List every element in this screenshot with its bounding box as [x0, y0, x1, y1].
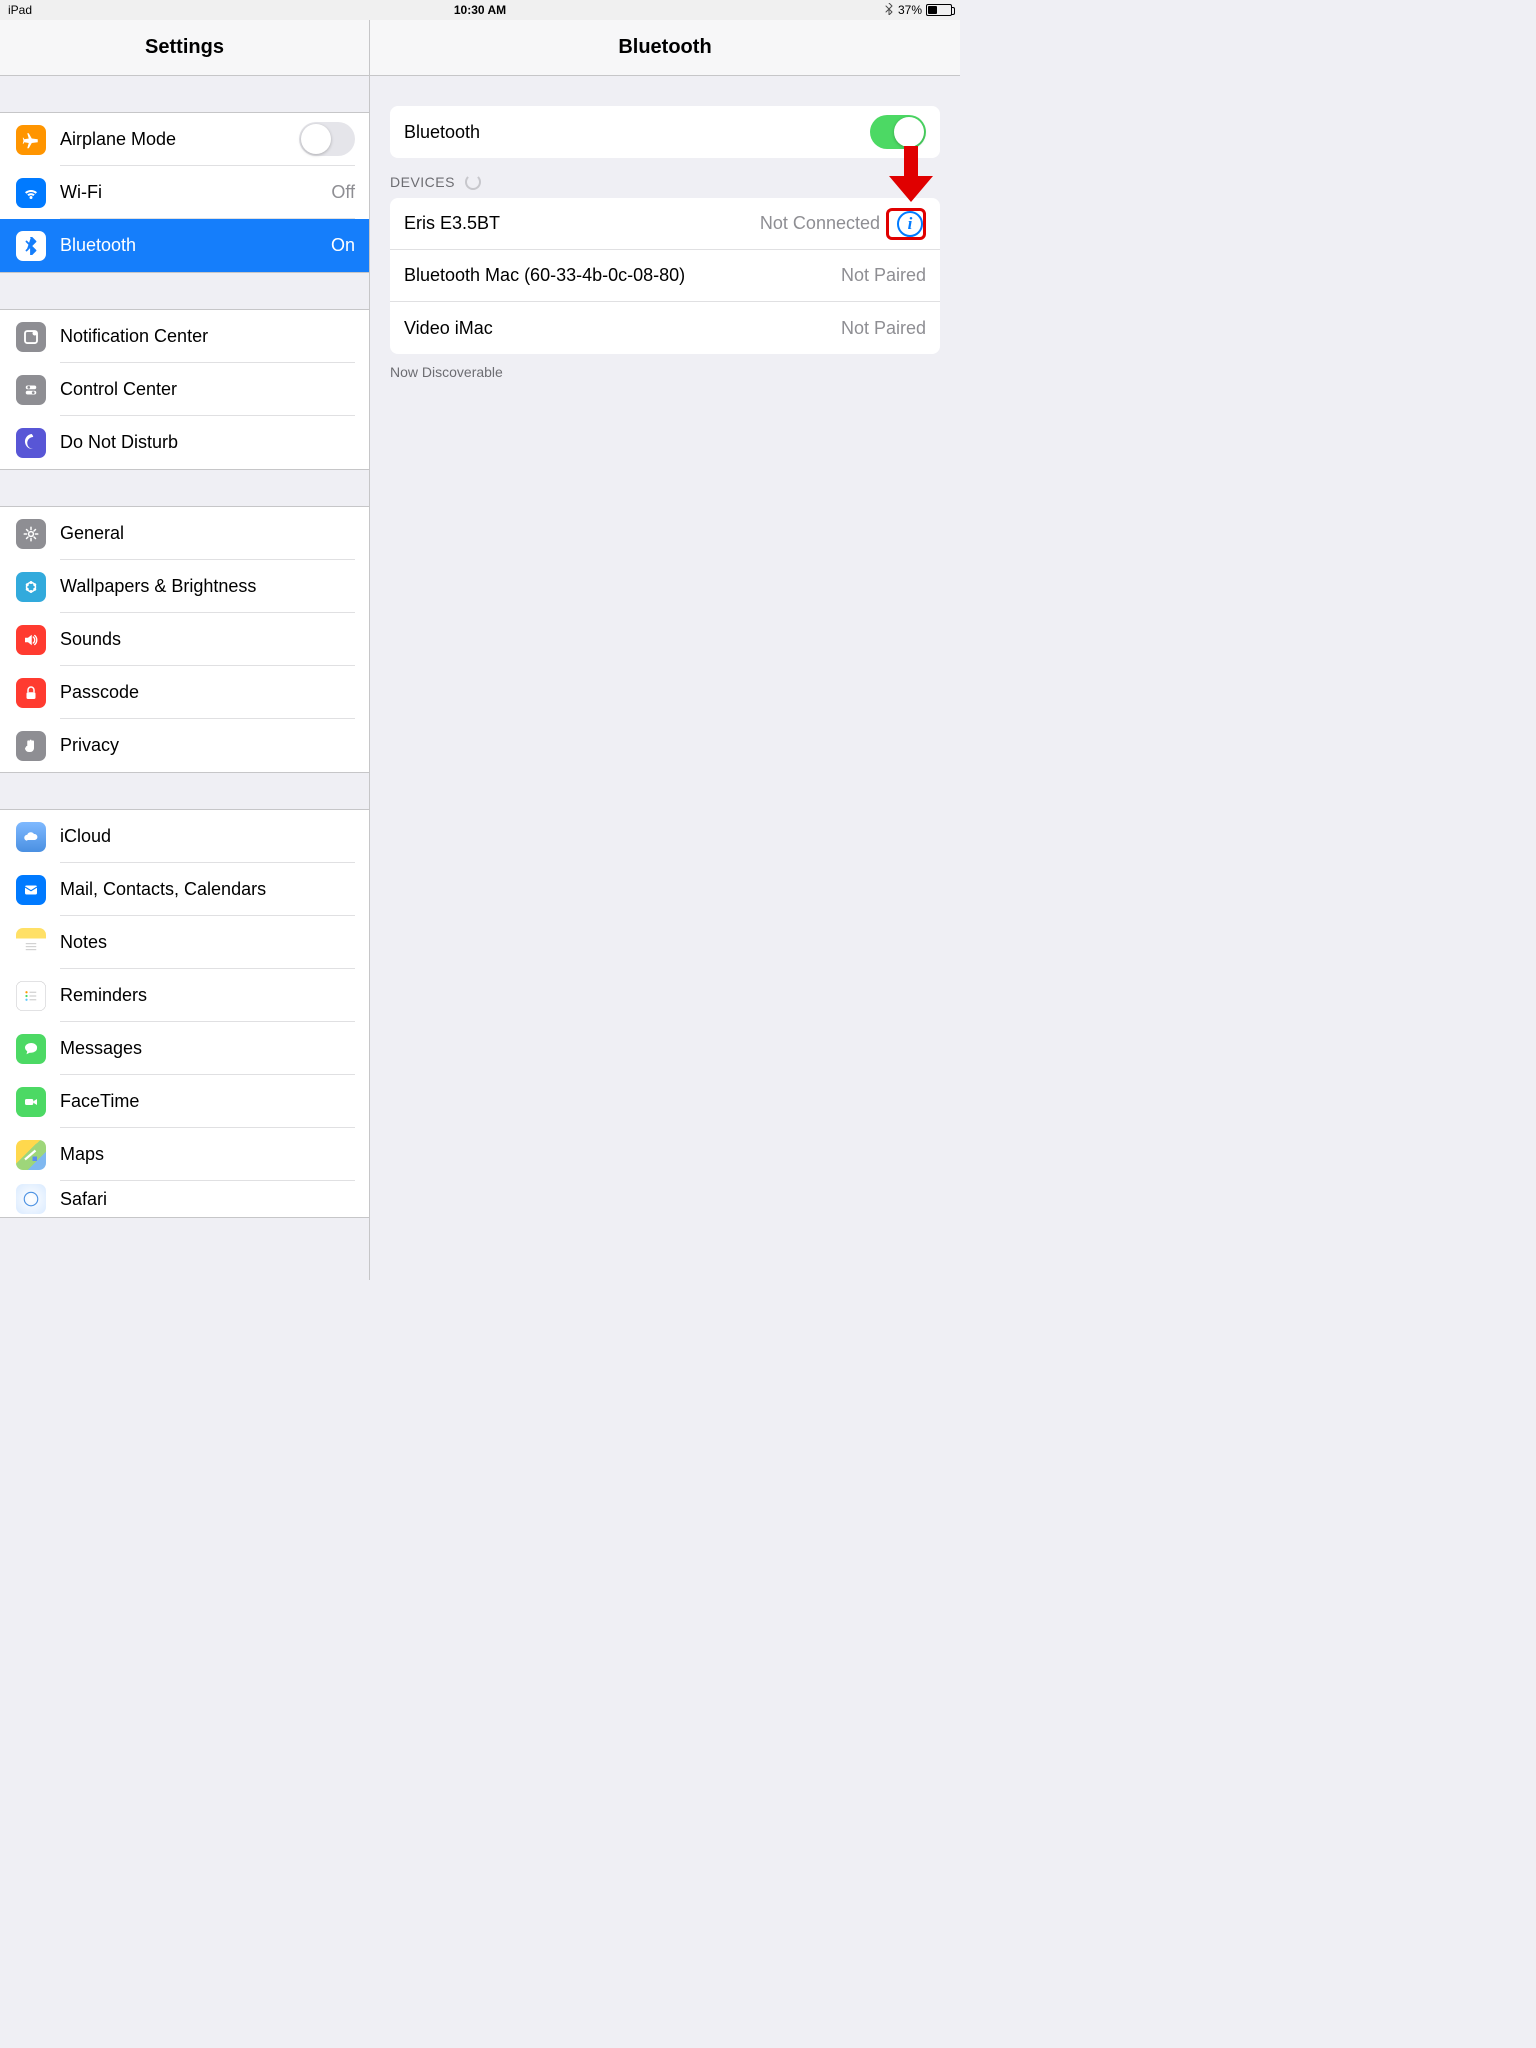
row-label: FaceTime [60, 1091, 355, 1112]
sidebar-item-bluetooth[interactable]: Bluetooth On [0, 219, 369, 272]
device-name: Bluetooth Mac (60-33-4b-0c-08-80) [404, 265, 841, 286]
gear-icon [16, 519, 46, 549]
bluetooth-toggle[interactable] [870, 115, 926, 149]
row-label: Messages [60, 1038, 355, 1059]
sidebar-item-wallpapers[interactable]: Wallpapers & Brightness [0, 560, 369, 613]
device-name: Video iMac [404, 318, 841, 339]
sidebar-item-control-center[interactable]: Control Center [0, 363, 369, 416]
sidebar-item-do-not-disturb[interactable]: Do Not Disturb [0, 416, 369, 469]
lock-icon [16, 678, 46, 708]
discoverable-note: Now Discoverable [370, 354, 960, 390]
info-icon[interactable]: i [897, 211, 923, 237]
airplane-toggle[interactable] [299, 122, 355, 156]
cloud-icon [16, 822, 46, 852]
bluetooth-status-icon [884, 3, 894, 18]
row-label: Sounds [60, 629, 355, 650]
mail-icon [16, 875, 46, 905]
hand-icon [16, 731, 46, 761]
row-label: Safari [60, 1189, 355, 1210]
settings-sidebar: Settings Airplane Mode Wi-Fi [0, 20, 370, 1280]
status-device: iPad [8, 3, 323, 17]
device-row-imac[interactable]: Video iMac Not Paired [390, 302, 940, 354]
row-label: Mail, Contacts, Calendars [60, 879, 355, 900]
device-name: Eris E3.5BT [404, 213, 760, 234]
battery-percent: 37% [898, 3, 922, 17]
device-status: Not Paired [841, 318, 926, 339]
device-row-btmac[interactable]: Bluetooth Mac (60-33-4b-0c-08-80) Not Pa… [390, 250, 940, 302]
device-status: Not Paired [841, 265, 926, 286]
callout-highlight: i [886, 208, 926, 240]
bluetooth-toggle-group: Bluetooth [390, 106, 940, 158]
row-label: Airplane Mode [60, 129, 299, 150]
moon-icon [16, 428, 46, 458]
sidebar-item-notes[interactable]: Notes [0, 916, 369, 969]
messages-icon [16, 1034, 46, 1064]
sidebar-title: Settings [145, 36, 224, 59]
notification-icon [16, 322, 46, 352]
maps-icon [16, 1140, 46, 1170]
sidebar-item-passcode[interactable]: Passcode [0, 666, 369, 719]
sidebar-header: Settings [0, 20, 369, 76]
row-label: Notes [60, 932, 355, 953]
sidebar-item-airplane-mode[interactable]: Airplane Mode [0, 113, 369, 166]
control-center-icon [16, 375, 46, 405]
row-label: iCloud [60, 826, 355, 847]
row-label: Wi-Fi [60, 182, 323, 203]
status-bar: iPad 10:30 AM 37% [0, 0, 960, 20]
spinner-icon [465, 174, 481, 190]
notes-icon [16, 928, 46, 958]
sidebar-item-wifi[interactable]: Wi-Fi Off [0, 166, 369, 219]
speaker-icon [16, 625, 46, 655]
battery-icon [926, 4, 952, 16]
detail-title: Bluetooth [618, 36, 711, 59]
row-label: Privacy [60, 735, 355, 756]
airplane-icon [16, 125, 46, 155]
row-label: Control Center [60, 379, 355, 400]
toggle-label: Bluetooth [404, 122, 870, 143]
wifi-icon [16, 178, 46, 208]
sidebar-item-privacy[interactable]: Privacy [0, 719, 369, 772]
sidebar-item-maps[interactable]: Maps [0, 1128, 369, 1181]
facetime-icon [16, 1087, 46, 1117]
safari-icon [16, 1184, 46, 1214]
device-row-eris[interactable]: Eris E3.5BT Not Connected i [390, 198, 940, 250]
sidebar-item-sounds[interactable]: Sounds [0, 613, 369, 666]
bluetooth-icon [16, 231, 46, 261]
sidebar-item-reminders[interactable]: Reminders [0, 969, 369, 1022]
status-time: 10:30 AM [323, 3, 638, 17]
reminders-icon [16, 981, 46, 1011]
row-label: Bluetooth [60, 235, 323, 256]
sidebar-item-notification-center[interactable]: Notification Center [0, 310, 369, 363]
row-label: Do Not Disturb [60, 432, 355, 453]
sidebar-item-facetime[interactable]: FaceTime [0, 1075, 369, 1128]
row-label: Notification Center [60, 326, 355, 347]
row-label: General [60, 523, 355, 544]
sidebar-item-safari[interactable]: Safari [0, 1181, 369, 1217]
bluetooth-toggle-row[interactable]: Bluetooth [390, 106, 940, 158]
sidebar-item-messages[interactable]: Messages [0, 1022, 369, 1075]
detail-header: Bluetooth [370, 20, 960, 76]
row-label: Passcode [60, 682, 355, 703]
row-value: Off [331, 182, 355, 203]
device-status: Not Connected [760, 213, 880, 234]
row-value: On [331, 235, 355, 256]
sidebar-item-icloud[interactable]: iCloud [0, 810, 369, 863]
devices-list: Eris E3.5BT Not Connected i Bluetooth Ma… [390, 198, 940, 354]
detail-pane: Bluetooth Bluetooth DEVICES Eris E3.5BT … [370, 20, 960, 1280]
sidebar-item-general[interactable]: General [0, 507, 369, 560]
sidebar-item-mail[interactable]: Mail, Contacts, Calendars [0, 863, 369, 916]
row-label: Wallpapers & Brightness [60, 576, 355, 597]
devices-header: DEVICES [370, 158, 960, 198]
row-label: Reminders [60, 985, 355, 1006]
callout-arrow-icon [889, 146, 933, 202]
wallpaper-icon [16, 572, 46, 602]
row-label: Maps [60, 1144, 355, 1165]
